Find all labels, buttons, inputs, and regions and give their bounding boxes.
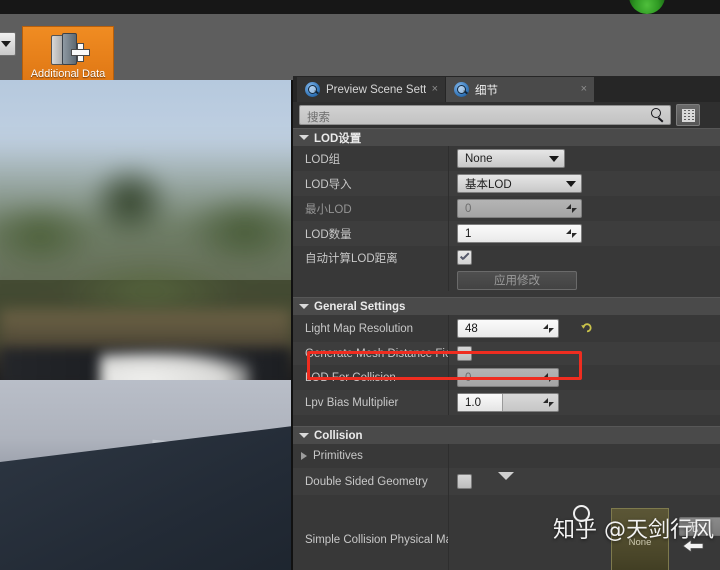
property-label: Generate Mesh Distance Fiel: [305, 347, 448, 360]
search-icon: [651, 108, 665, 123]
apply-changes-button[interactable]: 应用修改: [457, 270, 577, 290]
property-label: 最小LOD: [305, 203, 352, 216]
caret-down-icon: [299, 135, 309, 140]
section-title: LOD设置: [314, 132, 362, 145]
min-lod-input[interactable]: 0: [457, 199, 582, 218]
additional-data-label: Additional Data: [30, 68, 106, 80]
property-row-lod-import: LOD导入 基本LOD: [293, 171, 720, 196]
number-value: 1: [465, 227, 472, 240]
check-icon: [459, 252, 470, 263]
details-panel: Preview Scene Sett × 细节 × 搜索 LOD设置 LOD组 …: [293, 76, 720, 570]
property-label: LOD For Collision: [305, 371, 396, 384]
physical-material-thumbnail[interactable]: None: [611, 508, 669, 570]
spinner-icon[interactable]: [543, 372, 554, 383]
apply-changes-label: 应用修改: [494, 275, 540, 287]
property-row-lpv-bias-multiplier: Lpv Bias Multiplier 1.0: [293, 390, 720, 415]
window-top-strip: [0, 0, 720, 14]
slider-value: 1.0: [465, 396, 481, 409]
tab-close-icon[interactable]: ×: [581, 83, 587, 95]
preview-viewport[interactable]: [0, 80, 293, 570]
property-label: Double Sided Geometry: [305, 475, 428, 488]
chevron-down-icon: [566, 180, 576, 187]
number-value: 0: [465, 371, 472, 384]
editor-toolbar: Additional Data: [0, 14, 720, 91]
number-value: 0: [465, 202, 472, 215]
property-row-generate-mesh-distance-field: Generate Mesh Distance Fiel: [293, 342, 720, 365]
search-placeholder: 搜索: [307, 112, 330, 124]
lod-group-combo[interactable]: None: [457, 149, 565, 168]
tab-details[interactable]: 细节 ×: [446, 77, 594, 102]
property-row-primitives[interactable]: Primitives: [293, 444, 720, 468]
reset-arrow-icon[interactable]: [580, 321, 594, 335]
details-magnifier-icon: [454, 82, 469, 97]
back-arrow-cursor: [682, 538, 704, 554]
property-row-apply-changes: 应用修改: [293, 269, 720, 291]
tab-close-icon[interactable]: ×: [432, 83, 438, 95]
toolbar-dropdown[interactable]: [0, 32, 16, 56]
lod-for-collision-input[interactable]: 0: [457, 368, 559, 387]
chevron-down-icon: [1, 41, 11, 47]
spinner-icon[interactable]: [566, 228, 577, 239]
property-label: LOD组: [305, 153, 341, 166]
tab-label: 细节: [475, 84, 498, 97]
caret-down-icon: [299, 304, 309, 309]
property-row-simple-collision-physical-material: Simple Collision Physical Ma None 无: [293, 495, 720, 570]
spinner-icon[interactable]: [566, 203, 577, 214]
lod-count-input[interactable]: 1: [457, 224, 582, 243]
green-status-orb: [629, 0, 665, 14]
property-label: Simple Collision Physical Ma: [305, 534, 448, 546]
section-title: Collision: [314, 429, 363, 442]
property-label: Light Map Resolution: [305, 322, 414, 335]
combo-value: None: [465, 152, 493, 165]
section-header-collision[interactable]: Collision: [293, 426, 720, 444]
tab-label: Preview Scene Sett: [326, 83, 427, 96]
generate-mesh-distance-field-checkbox[interactable]: [457, 346, 472, 361]
property-row-lod-group: LOD组 None: [293, 146, 720, 171]
grid-view-icon[interactable]: [676, 104, 700, 126]
property-row-lod-for-collision: LOD For Collision 0: [293, 365, 720, 390]
add-asset-icon: [45, 33, 91, 67]
property-label: Lpv Bias Multiplier: [305, 396, 399, 409]
search-input[interactable]: 搜索: [299, 105, 671, 125]
combo-value: 无: [687, 521, 699, 534]
number-value: 48: [465, 322, 478, 335]
scroll-down-indicator[interactable]: [498, 472, 514, 480]
details-tabbar: Preview Scene Sett × 细节 ×: [293, 76, 720, 102]
property-label: LOD数量: [305, 228, 352, 241]
property-list: LOD设置 LOD组 None LOD导入 基本LOD 最小LOD 0 LOD数…: [293, 128, 720, 570]
property-row-auto-compute-lod: 自动计算LOD距离: [293, 246, 720, 269]
section-header-general-settings[interactable]: General Settings: [293, 297, 720, 315]
section-header-lod-settings[interactable]: LOD设置: [293, 128, 720, 146]
property-row-light-map-resolution: Light Map Resolution 48: [293, 315, 720, 342]
property-label: Primitives: [313, 450, 363, 462]
light-map-resolution-input[interactable]: 48: [457, 319, 559, 338]
section-title: General Settings: [314, 300, 406, 313]
details-magnifier-icon: [305, 82, 320, 97]
property-label: LOD导入: [305, 178, 352, 191]
details-search-row: 搜索: [293, 102, 720, 128]
property-row-min-lod: 最小LOD 0: [293, 196, 720, 221]
cursor-ring-icon: [573, 505, 590, 522]
property-label: 自动计算LOD距离: [305, 252, 398, 265]
thumbnail-label: None: [628, 536, 652, 548]
caret-down-icon: [299, 433, 309, 438]
auto-compute-lod-checkbox[interactable]: [457, 250, 472, 265]
spinner-icon[interactable]: [543, 323, 554, 334]
chevron-down-icon: [549, 155, 559, 162]
double-sided-geometry-checkbox[interactable]: [457, 474, 472, 489]
expand-arrow-icon[interactable]: [301, 451, 307, 460]
property-row-lod-count: LOD数量 1: [293, 221, 720, 246]
physical-material-combo[interactable]: 无: [679, 517, 720, 536]
lpv-bias-multiplier-slider[interactable]: 1.0: [457, 393, 559, 412]
tab-preview-scene-settings[interactable]: Preview Scene Sett ×: [297, 77, 445, 102]
lod-import-combo[interactable]: 基本LOD: [457, 174, 582, 193]
combo-value: 基本LOD: [465, 178, 512, 191]
editor-window: Additional Data Preview Scene Sett × 细节 …: [0, 0, 720, 570]
spinner-icon[interactable]: [543, 397, 554, 408]
